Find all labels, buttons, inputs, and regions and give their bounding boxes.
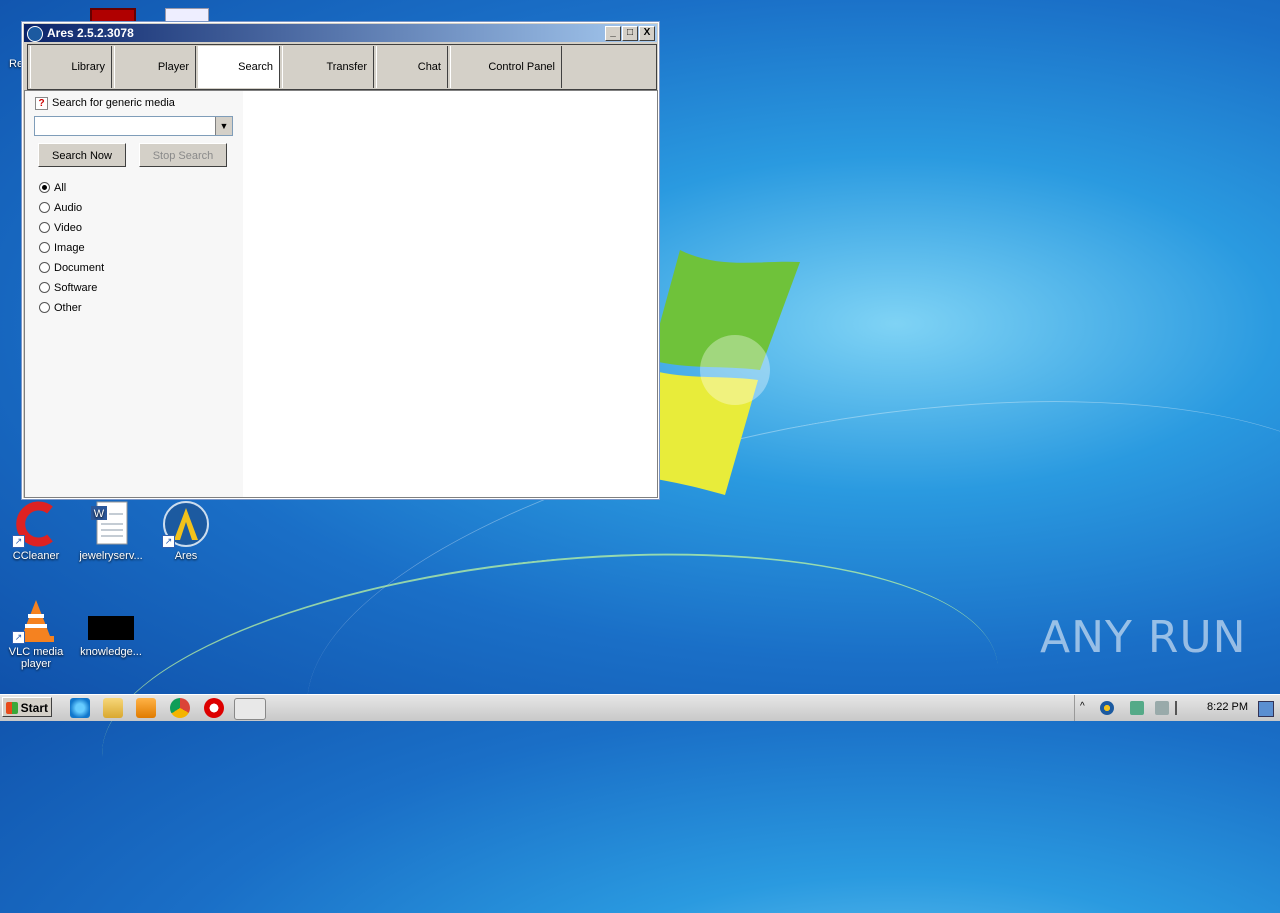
search-heading-text: Search for generic media (52, 97, 175, 109)
desktop-icon-label: jewelryserv... (79, 550, 143, 562)
desktop-icon-ares[interactable]: ↗ Ares (150, 500, 222, 562)
network-icon[interactable] (1130, 701, 1144, 715)
shortcut-arrow-icon: ↗ (12, 535, 25, 548)
desktop-icon-knowledge[interactable]: knowledge... (75, 596, 147, 658)
search-query-combobox[interactable]: ▼ (34, 116, 233, 136)
black-image-icon (87, 596, 135, 644)
media-player-icon[interactable] (136, 698, 156, 718)
opera-icon[interactable] (204, 698, 224, 718)
start-button[interactable]: Start (2, 697, 52, 717)
radio-label: Document (54, 262, 105, 274)
search-now-button[interactable]: Search Now (38, 143, 126, 167)
ares-tray-icon[interactable] (1100, 701, 1114, 715)
anyrun-watermark: ANY RUN (1040, 612, 1247, 663)
radio-empty-icon (39, 241, 50, 253)
windows-logo-wallpaper (640, 250, 800, 495)
tab-transfer[interactable]: Transfer (282, 46, 374, 88)
search-results-area[interactable] (243, 91, 657, 497)
tab-player[interactable]: Player (114, 46, 196, 88)
close-button[interactable]: X (639, 26, 655, 41)
desktop-icon-label: Ares (174, 550, 198, 562)
ares-app-icon (27, 26, 43, 42)
desktop-icon-jewelryserv[interactable]: W jewelryserv... (75, 500, 147, 562)
search-heading: ? Search for generic media (35, 97, 175, 110)
watermark-text: ANY RUN (1040, 612, 1247, 663)
action-center-flag-icon[interactable] (1175, 701, 1191, 715)
show-desktop-icon[interactable] (1258, 701, 1274, 717)
chevron-up-icon[interactable]: ^ (1080, 701, 1094, 715)
tab-search[interactable]: Search (198, 46, 280, 88)
svg-text:W: W (94, 508, 105, 520)
taskbar: Start ^ 8:22 PM (0, 694, 1280, 721)
desktop-icon-label: VLC media player (8, 646, 64, 670)
radio-software[interactable]: Software (39, 281, 97, 295)
radio-label: Video (54, 222, 82, 234)
radio-label: All (54, 182, 67, 194)
minimize-button[interactable]: _ (605, 26, 621, 41)
windows-flag-icon (6, 702, 18, 714)
radio-empty-icon (39, 201, 50, 213)
clock[interactable]: 8:22 PM (1207, 701, 1248, 713)
desktop-icon-ccleaner[interactable]: ↗ CCleaner (0, 500, 72, 562)
internet-explorer-icon[interactable] (70, 698, 90, 718)
explorer-folder-icon[interactable] (103, 698, 123, 718)
desktop-icon-vlc[interactable]: ↗ VLC media player (0, 596, 72, 670)
radio-label: Image (54, 242, 85, 254)
vlc-icon: ↗ (12, 596, 60, 644)
radio-label: Other (54, 302, 82, 314)
word-document-icon: W (87, 500, 135, 548)
radio-all[interactable]: All (39, 181, 66, 195)
tab-chat[interactable]: Chat (376, 46, 448, 88)
ares-window: Ares 2.5.2.3078 _ □ X Library Player Sea… (21, 21, 660, 500)
main-tab-bar: Library Player Search Transfer Chat Cont… (27, 44, 657, 90)
system-tray: ^ 8:22 PM (1074, 695, 1280, 721)
volume-icon[interactable] (1155, 701, 1169, 715)
help-question-icon: ? (35, 97, 48, 110)
radio-image[interactable]: Image (39, 241, 85, 255)
search-options-pane: ? Search for generic media ▼ Search Now S… (25, 91, 243, 497)
maximize-button[interactable]: □ (622, 26, 638, 41)
search-panel: ? Search for generic media ▼ Search Now S… (24, 90, 658, 498)
tab-control-panel[interactable]: Control Panel (450, 46, 562, 88)
ares-icon: ↗ (162, 500, 210, 548)
radio-audio[interactable]: Audio (39, 201, 82, 215)
chevron-down-icon[interactable]: ▼ (215, 117, 232, 135)
radio-document[interactable]: Document (39, 261, 104, 275)
radio-label: Software (54, 282, 98, 294)
radio-empty-icon (39, 261, 50, 273)
radio-empty-icon (39, 281, 50, 293)
ares-taskbar-icon[interactable] (234, 698, 266, 720)
radio-empty-icon (39, 221, 50, 233)
search-input[interactable] (35, 117, 214, 133)
tab-library[interactable]: Library (30, 46, 112, 88)
chrome-icon[interactable] (170, 698, 190, 718)
start-label: Start (20, 701, 48, 715)
radio-selected-icon (39, 181, 50, 193)
radio-empty-icon (39, 301, 50, 313)
ccleaner-icon: ↗ (12, 500, 60, 548)
title-bar[interactable]: Ares 2.5.2.3078 _ □ X (24, 24, 657, 42)
desktop-icon-label: CCleaner (12, 550, 60, 562)
stop-search-button[interactable]: Stop Search (139, 143, 227, 167)
shortcut-arrow-icon: ↗ (12, 631, 25, 644)
radio-other[interactable]: Other (39, 301, 82, 315)
radio-label: Audio (54, 202, 83, 214)
window-title: Ares 2.5.2.3078 (47, 26, 134, 40)
shortcut-arrow-icon: ↗ (162, 535, 175, 548)
desktop-icon-label: knowledge... (80, 646, 142, 658)
radio-video[interactable]: Video (39, 221, 82, 235)
